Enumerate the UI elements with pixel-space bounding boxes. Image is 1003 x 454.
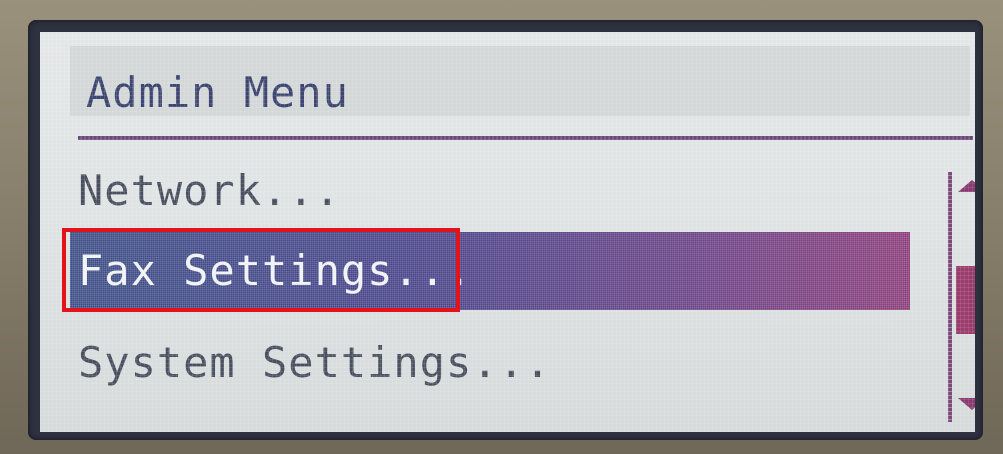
triangle-down-icon[interactable]	[958, 398, 975, 410]
scrollbar[interactable]	[944, 172, 975, 422]
title-divider	[78, 136, 973, 140]
highlight-box	[62, 228, 460, 312]
menu-item-label: System Settings...	[78, 338, 552, 387]
triangle-up-icon[interactable]	[958, 180, 975, 192]
scroll-track	[948, 172, 952, 422]
scroll-thumb[interactable]	[956, 266, 975, 334]
menu-item-label: Network...	[78, 166, 341, 215]
printer-panel: Admin Menu Network... Fax Settings... Sy…	[0, 0, 1003, 454]
page-title: Admin Menu	[86, 68, 349, 117]
